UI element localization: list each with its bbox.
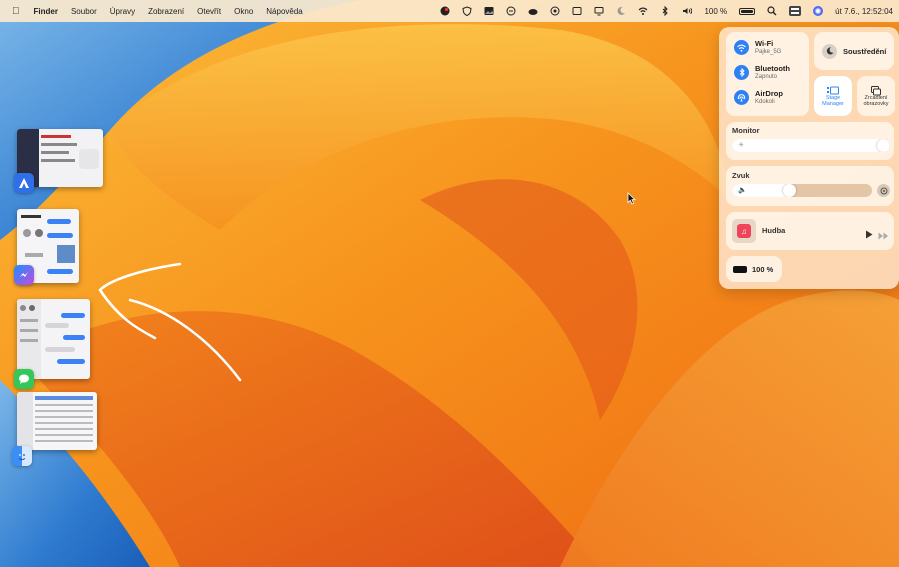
mirroring-label-2: obrazovky — [863, 101, 889, 108]
record-icon[interactable] — [440, 6, 450, 16]
brightness-slider[interactable]: ☀ — [732, 139, 890, 152]
airdrop-icon — [734, 90, 749, 105]
battery-tile-icon — [733, 265, 747, 273]
fast-forward-icon[interactable] — [878, 227, 889, 245]
moon-icon — [822, 43, 837, 59]
airdrop-toggle[interactable]: AirDrop Kdokoli — [734, 90, 783, 105]
stage-group-arc[interactable] — [14, 127, 104, 197]
brightness-fill — [732, 139, 890, 152]
play-icon[interactable] — [865, 226, 873, 244]
audio-output-icon[interactable] — [877, 184, 890, 197]
connectivity-tile: Wi-Fi Pajke_5G Bluetooth Zapnuto AirDrop… — [726, 32, 809, 116]
music-app-icon: ♫ — [732, 219, 756, 243]
vpn-icon[interactable] — [550, 6, 560, 16]
menu-soubor[interactable]: Soubor — [71, 7, 97, 16]
stage-manager-label-2: Manager — [822, 101, 844, 108]
airdrop-label: AirDrop — [755, 89, 783, 99]
status-menus: 100 % út 7.6., 12:52:04 — [440, 0, 893, 22]
stage-group-messages[interactable] — [14, 297, 104, 392]
spotlight-search-icon[interactable] — [767, 6, 777, 16]
volume-icon[interactable] — [682, 6, 693, 16]
display-label: Monitor — [732, 126, 760, 135]
battery-module[interactable]: 100 % — [726, 256, 782, 282]
link-icon[interactable] — [506, 6, 516, 16]
screen-mirroring-button[interactable]: Zrcadlení obrazovky — [857, 76, 895, 116]
menu-finder[interactable]: Finder — [34, 7, 58, 16]
apple-logo-icon[interactable]:  — [12, 6, 20, 17]
shield-icon[interactable] — [462, 6, 473, 16]
wifi-label: Wi-Fi — [755, 39, 774, 49]
stage-manager-button[interactable]: Stage Manager — [814, 76, 852, 116]
volume-knob[interactable] — [783, 184, 796, 197]
wifi-network: Pajke_5G — [755, 48, 782, 55]
desktop:  Finder Soubor Úpravy Zobrazení Otevřít… — [0, 0, 899, 567]
siri-icon[interactable] — [813, 6, 824, 16]
battery-icon[interactable] — [739, 7, 756, 15]
wifi-status-icon[interactable] — [638, 6, 648, 16]
menu-upravy[interactable]: Úpravy — [110, 7, 135, 16]
menu-otevrit[interactable]: Otevřít — [197, 7, 221, 16]
control-center: Wi-Fi Pajke_5G Bluetooth Zapnuto AirDrop… — [719, 27, 899, 289]
clock[interactable]: út 7.6., 12:52:04 — [835, 7, 893, 16]
bluetooth-toggle[interactable]: Bluetooth Zapnuto — [734, 65, 790, 80]
now-playing-module[interactable]: ♫ Hudba — [726, 212, 894, 250]
focus-button[interactable]: Soustředění — [814, 32, 894, 70]
speaker-icon: 🔈 — [738, 187, 747, 194]
menu-bar:  Finder Soubor Úpravy Zobrazení Otevřít… — [0, 0, 899, 22]
menu-zobrazeni[interactable]: Zobrazení — [148, 7, 184, 16]
stage-group-finder[interactable] — [12, 390, 104, 470]
window-thumbnail[interactable] — [17, 299, 90, 379]
messages-icon[interactable] — [14, 369, 34, 389]
battery-percent[interactable]: 100 % — [704, 7, 727, 16]
moon-icon[interactable] — [616, 6, 626, 16]
stage-manager-icon — [827, 83, 839, 95]
battery-tile-label: 100 % — [752, 264, 774, 274]
wifi-toggle[interactable]: Wi-Fi Pajke_5G — [734, 40, 781, 55]
screen-mirroring-icon — [871, 83, 881, 96]
menu-okno[interactable]: Okno — [234, 7, 253, 16]
brightness-knob[interactable] — [877, 139, 890, 152]
volume-slider[interactable]: 🔈 — [732, 184, 872, 197]
photo-icon[interactable] — [484, 6, 494, 16]
window-icon[interactable] — [572, 6, 582, 16]
cloud-app-icon[interactable] — [528, 6, 538, 16]
control-center-icon[interactable] — [789, 6, 802, 16]
stage-group-messenger[interactable] — [14, 207, 104, 287]
mouse-cursor — [627, 192, 636, 205]
music-title: Hudba — [762, 226, 786, 235]
arc-browser-icon[interactable] — [14, 173, 34, 193]
bluetooth-label: Bluetooth — [755, 64, 790, 74]
bluetooth-status-icon[interactable] — [660, 6, 670, 16]
display-module: Monitor ☀ — [726, 122, 894, 160]
bluetooth-status: Zapnuto — [755, 73, 778, 80]
sun-icon: ☀ — [738, 142, 745, 149]
finder-icon[interactable] — [12, 446, 32, 466]
sound-label: Zvuk — [732, 171, 750, 180]
sound-module: Zvuk 🔈 — [726, 166, 894, 206]
menu-napoveda[interactable]: Nápověda — [266, 7, 302, 16]
bluetooth-icon — [734, 65, 749, 80]
display-icon[interactable] — [594, 6, 604, 16]
focus-label: Soustředění — [843, 46, 887, 56]
window-thumbnail[interactable] — [17, 392, 97, 450]
messenger-icon[interactable] — [14, 265, 34, 285]
wifi-icon — [734, 40, 749, 55]
airdrop-status: Kdokoli — [755, 98, 775, 105]
